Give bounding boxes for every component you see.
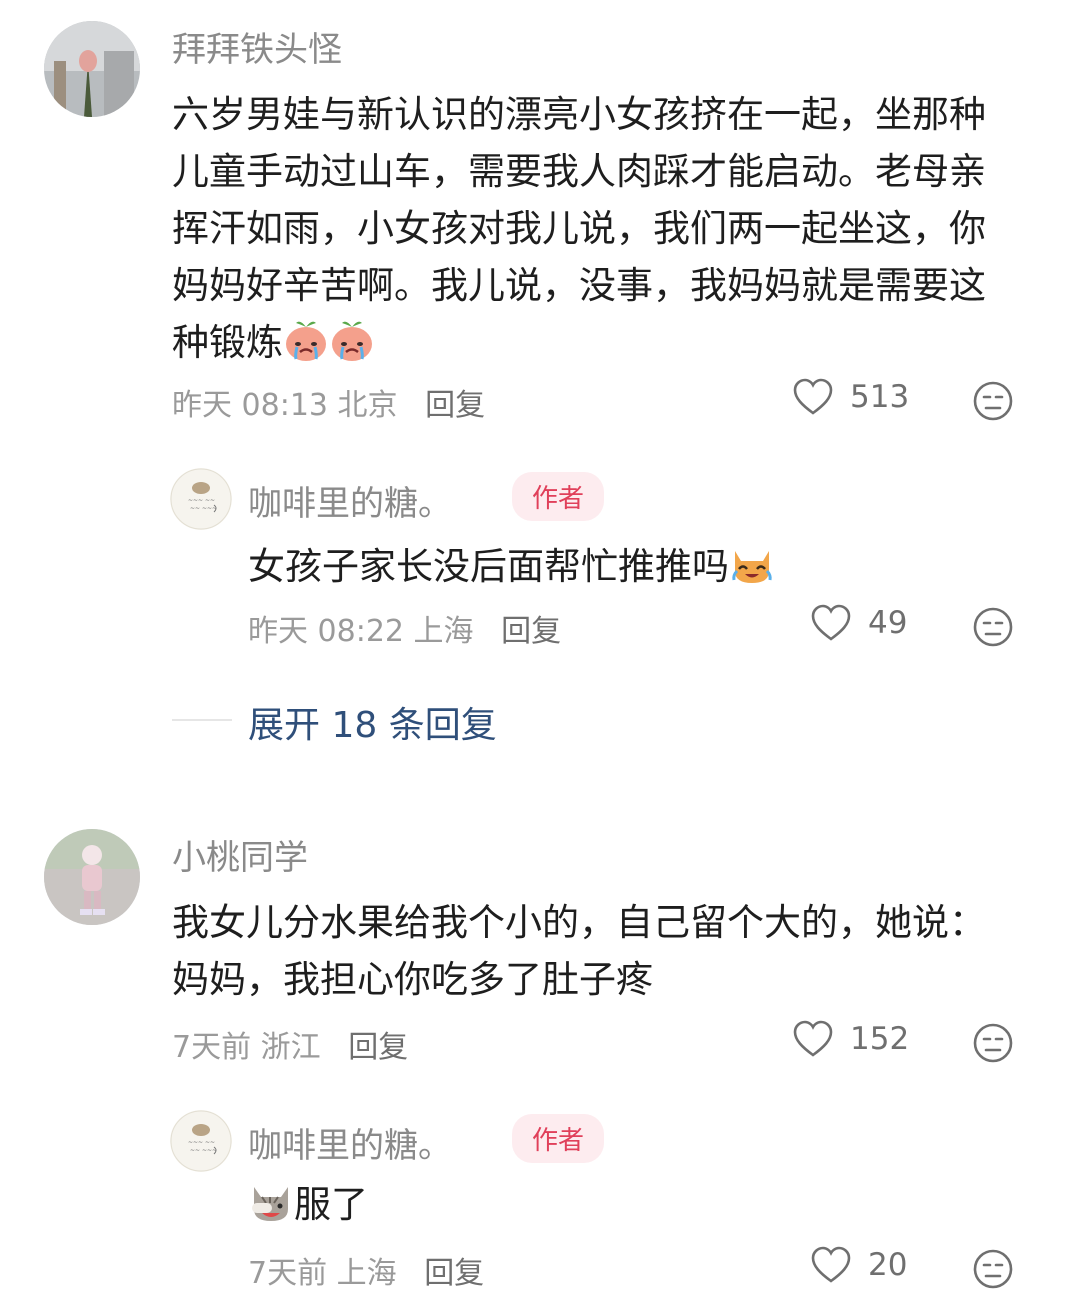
reply-time: 昨天 08:22 bbox=[248, 614, 404, 649]
reply-meta: 昨天 08:22 上海 回复 bbox=[248, 606, 561, 650]
heart-icon bbox=[793, 1020, 833, 1057]
avatar[interactable] bbox=[44, 21, 140, 117]
reply-button[interactable]: 回复 bbox=[425, 388, 485, 423]
svg-text:~~ ~~~: ~~ ~~~ bbox=[190, 1147, 217, 1154]
svg-text:~~~ ~~: ~~~ ~~ bbox=[188, 1139, 215, 1146]
comment-username[interactable]: 小桃同学 bbox=[172, 830, 308, 879]
author-badge: 作者 bbox=[512, 472, 605, 521]
like-count: 20 bbox=[868, 1247, 908, 1283]
reply-text-body: 女孩子家长没后面帮忙推推吗 bbox=[248, 545, 729, 588]
reply-meta: 7天前 上海 回复 bbox=[248, 1248, 484, 1292]
heart-icon bbox=[811, 604, 851, 641]
like-count: 49 bbox=[868, 605, 908, 641]
avatar[interactable]: ~~~ ~~ ~~ ~~~ bbox=[170, 468, 232, 530]
author-badge: 作者 bbox=[512, 1114, 605, 1163]
avatar[interactable]: ~~~ ~~ ~~ ~~~ bbox=[170, 1110, 232, 1172]
reply-location: 上海 bbox=[413, 614, 474, 649]
like-button[interactable]: 513 bbox=[792, 378, 909, 416]
expand-divider bbox=[172, 719, 232, 721]
reply-username[interactable]: 咖啡里的糖。 bbox=[248, 476, 452, 525]
comment-username[interactable]: 拜拜铁头怪 bbox=[172, 22, 342, 71]
like-count: 152 bbox=[850, 1021, 910, 1057]
avatar[interactable] bbox=[44, 829, 140, 925]
like-button[interactable]: 152 bbox=[792, 1020, 909, 1058]
reply-button[interactable]: 回复 bbox=[348, 1030, 408, 1065]
like-button[interactable]: 49 bbox=[810, 604, 907, 642]
comment-text: 我女儿分水果给我个小的，自己留个大的，她说：妈妈，我担心你吃多了肚子疼 bbox=[172, 901, 986, 1001]
comment-time: 昨天 08:13 bbox=[172, 388, 328, 423]
like-count: 513 bbox=[850, 379, 910, 415]
comment-text: 六岁男娃与新认识的漂亮小女孩挤在一起，坐那种儿童手动过山车，需要我人肉踩才能启动… bbox=[172, 86, 1022, 371]
comment-location: 北京 bbox=[337, 388, 398, 423]
laughing-cat-emoji bbox=[729, 541, 775, 587]
dislike-icon[interactable] bbox=[972, 1022, 1014, 1068]
heart-icon bbox=[811, 1246, 851, 1283]
like-button[interactable]: 20 bbox=[810, 1246, 907, 1284]
reply-text: 女孩子家长没后面帮忙推推吗 bbox=[248, 538, 775, 595]
comment-meta: 7天前 浙江 回复 bbox=[172, 1022, 408, 1066]
comment-location: 浙江 bbox=[260, 1030, 321, 1065]
svg-text:~~~ ~~: ~~~ ~~ bbox=[188, 497, 215, 504]
dislike-icon[interactable] bbox=[972, 1248, 1014, 1294]
dislike-icon[interactable] bbox=[972, 606, 1014, 652]
reply-username[interactable]: 咖啡里的糖。 bbox=[248, 1118, 452, 1167]
cat-facepalm-emoji bbox=[248, 1179, 294, 1225]
comment-time: 7天前 bbox=[172, 1030, 252, 1065]
reply-text-body: 服了 bbox=[294, 1183, 368, 1226]
reply-location: 上海 bbox=[336, 1256, 397, 1291]
reply-button[interactable]: 回复 bbox=[501, 614, 561, 649]
dislike-icon[interactable] bbox=[972, 380, 1014, 426]
svg-text:~~ ~~~: ~~ ~~~ bbox=[190, 505, 217, 512]
reply-time: 7天前 bbox=[248, 1256, 328, 1291]
heart-icon bbox=[793, 378, 833, 415]
crying-peach-emoji bbox=[283, 317, 329, 363]
crying-peach-emoji bbox=[329, 317, 375, 363]
reply-text: 服了 bbox=[248, 1176, 368, 1233]
reply-button[interactable]: 回复 bbox=[424, 1256, 484, 1291]
expand-replies-link[interactable]: 展开 18 条回复 bbox=[248, 696, 497, 748]
comment-meta: 昨天 08:13 北京 回复 bbox=[172, 380, 485, 424]
